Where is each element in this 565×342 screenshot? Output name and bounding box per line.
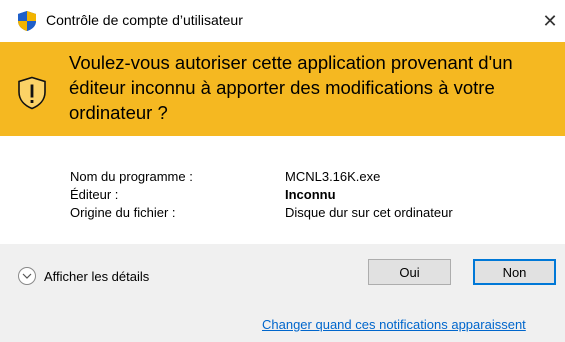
close-button[interactable]: ✕ xyxy=(535,0,565,42)
title-bar: Contrôle de compte d’utilisateur ✕ xyxy=(0,0,565,42)
uac-warning-shield-icon xyxy=(18,76,46,110)
publisher-value: Inconnu xyxy=(285,187,336,202)
dialog-footer: Afficher les détails Oui Non Changer qua… xyxy=(0,244,565,342)
yes-button[interactable]: Oui xyxy=(368,259,451,285)
file-origin-label: Origine du fichier : xyxy=(70,205,176,220)
uac-shield-icon xyxy=(18,11,36,31)
close-icon: ✕ xyxy=(542,10,558,31)
warning-banner: Voulez-vous autoriser cette application … xyxy=(0,42,565,136)
show-details-toggle[interactable]: Afficher les détails xyxy=(18,265,149,287)
publisher-label: Éditeur : xyxy=(70,187,119,202)
program-name-value: MCNL3.16K.exe xyxy=(285,169,381,184)
chevron-down-icon xyxy=(22,273,32,279)
program-name-label: Nom du programme : xyxy=(70,169,193,184)
show-details-label: Afficher les détails xyxy=(44,268,150,284)
change-notifications-link[interactable]: Changer quand ces notifications apparais… xyxy=(262,317,526,332)
window-title: Contrôle de compte d’utilisateur xyxy=(46,12,243,28)
expand-circle xyxy=(18,267,36,285)
file-origin-value: Disque dur sur cet ordinateur xyxy=(285,205,453,220)
no-button[interactable]: Non xyxy=(473,259,556,285)
banner-question: Voulez-vous autoriser cette application … xyxy=(69,52,513,123)
